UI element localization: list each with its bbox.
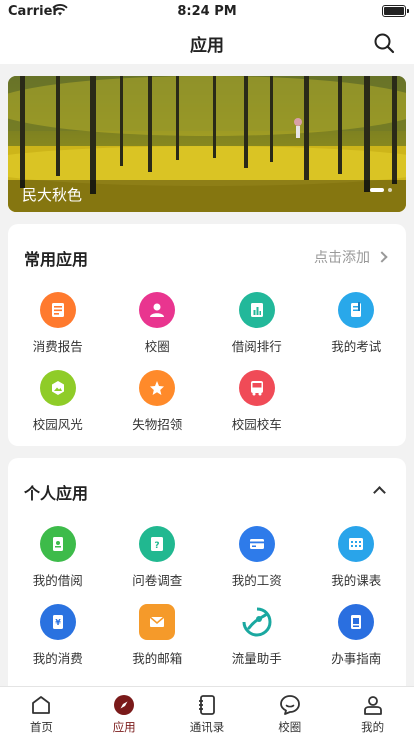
exam-icon [338, 292, 375, 328]
app-my-salary[interactable]: 我的工资 [207, 526, 307, 604]
app-label: 我的工资 [231, 573, 282, 588]
app-my-timetable[interactable]: 我的课表 [307, 526, 407, 604]
page-title: 应用 [190, 36, 224, 56]
nav-bar: 应用 [0, 22, 414, 64]
app-label: 失物招领 [132, 417, 183, 432]
tab-label: 首页 [29, 720, 53, 734]
home-icon [32, 696, 51, 714]
app-data-assistant[interactable]: 流量助手 [207, 604, 307, 682]
app-label: 消费报告 [32, 339, 83, 354]
salary-card-icon [238, 526, 275, 562]
common-apps-card: 常用应用 点击添加 消费报告 校圈 借阅排行 我的考试 校园风光 失物招领 校园… [8, 224, 406, 446]
app-label: 我的邮箱 [132, 651, 183, 666]
chevron-up-icon[interactable] [373, 486, 386, 499]
lost-found-icon [139, 370, 176, 406]
status-bar: Carrier 8:24 PM [0, 0, 414, 22]
tab-contacts[interactable]: 通讯录 [166, 687, 249, 736]
bus-icon [238, 370, 275, 406]
scenery-icon [39, 370, 76, 406]
app-label: 借阅排行 [231, 339, 282, 354]
app-campus-scenery[interactable]: 校园风光 [8, 370, 108, 448]
ranking-icon [238, 292, 275, 328]
tab-label: 我的 [361, 720, 385, 734]
app-my-mailbox[interactable]: 我的邮箱 [108, 604, 208, 682]
mailbox-icon [139, 604, 176, 640]
common-apps-grid: 消费报告 校圈 借阅排行 我的考试 校园风光 失物招领 校园校车 [8, 292, 406, 448]
search-icon[interactable] [372, 31, 396, 55]
chat-bubble-icon [279, 695, 300, 715]
guide-icon [338, 604, 375, 640]
community-icon [139, 292, 176, 328]
tab-campus-circle[interactable]: 校圈 [248, 687, 331, 736]
app-my-borrow[interactable]: 我的借阅 [8, 526, 108, 604]
banner-carousel[interactable]: 民大秋色 [8, 76, 406, 212]
app-label: 流量助手 [231, 651, 282, 666]
borrow-book-icon [39, 526, 76, 562]
personal-apps-grid: 我的借阅 ? 问卷调查 我的工资 我的课表 ¥ 我的消费 我的邮箱 流量助手 办… [8, 526, 406, 682]
compass-icon [114, 695, 135, 715]
tab-apps[interactable]: 应用 [83, 687, 166, 736]
clock: 8:24 PM [177, 4, 237, 19]
app-label: 校圈 [144, 339, 170, 354]
profile-icon [363, 696, 382, 715]
data-traffic-icon [238, 604, 275, 640]
app-label: 问卷调查 [132, 573, 183, 588]
app-label: 我的借阅 [32, 573, 83, 588]
app-survey[interactable]: ? 问卷调查 [108, 526, 208, 604]
personal-apps-title: 个人应用 [24, 484, 89, 503]
svg-text:?: ? [155, 541, 160, 551]
tab-bar: 首页 应用 通讯录 校圈 我的 [0, 686, 414, 736]
app-campus-bus[interactable]: 校园校车 [207, 370, 307, 448]
app-campus-circle[interactable]: 校圈 [108, 292, 208, 370]
receipt-icon [39, 292, 76, 328]
tab-label: 应用 [112, 720, 136, 734]
chevron-right-icon [376, 251, 388, 263]
common-apps-title: 常用应用 [24, 250, 89, 269]
app-label: 校园校车 [231, 417, 282, 432]
contacts-icon [198, 695, 215, 715]
carousel-indicator [370, 179, 392, 198]
timetable-icon [338, 526, 375, 562]
consumption-icon: ¥ [39, 604, 76, 640]
carousel-dot-active [370, 187, 384, 192]
app-consumption-report[interactable]: 消费报告 [8, 292, 108, 370]
svg-text:¥: ¥ [55, 618, 61, 627]
app-borrow-ranking[interactable]: 借阅排行 [207, 292, 307, 370]
app-label: 我的消费 [32, 651, 83, 666]
tab-profile[interactable]: 我的 [331, 687, 414, 736]
app-label: 校园风光 [32, 417, 83, 432]
app-lost-found[interactable]: 失物招领 [108, 370, 208, 448]
tab-label: 通讯录 [189, 720, 225, 734]
app-service-guide[interactable]: 办事指南 [307, 604, 407, 682]
survey-icon: ? [139, 526, 176, 562]
battery-icon [382, 5, 409, 17]
personal-apps-card: 个人应用 我的借阅 ? 问卷调查 我的工资 我的课表 ¥ 我的消费 我的邮箱 流… [8, 458, 406, 698]
app-label: 我的考试 [331, 339, 382, 354]
app-label: 办事指南 [331, 651, 382, 666]
app-my-exam[interactable]: 我的考试 [307, 292, 407, 370]
add-app-label: 点击添加 [314, 250, 370, 266]
tab-label: 校圈 [278, 720, 302, 734]
banner-caption: 民大秋色 [22, 186, 83, 204]
app-label: 我的课表 [331, 573, 382, 588]
add-app-button[interactable]: 点击添加 [314, 247, 388, 267]
carousel-dot [388, 187, 392, 192]
app-my-consumption[interactable]: ¥ 我的消费 [8, 604, 108, 682]
tab-home[interactable]: 首页 [0, 687, 83, 736]
